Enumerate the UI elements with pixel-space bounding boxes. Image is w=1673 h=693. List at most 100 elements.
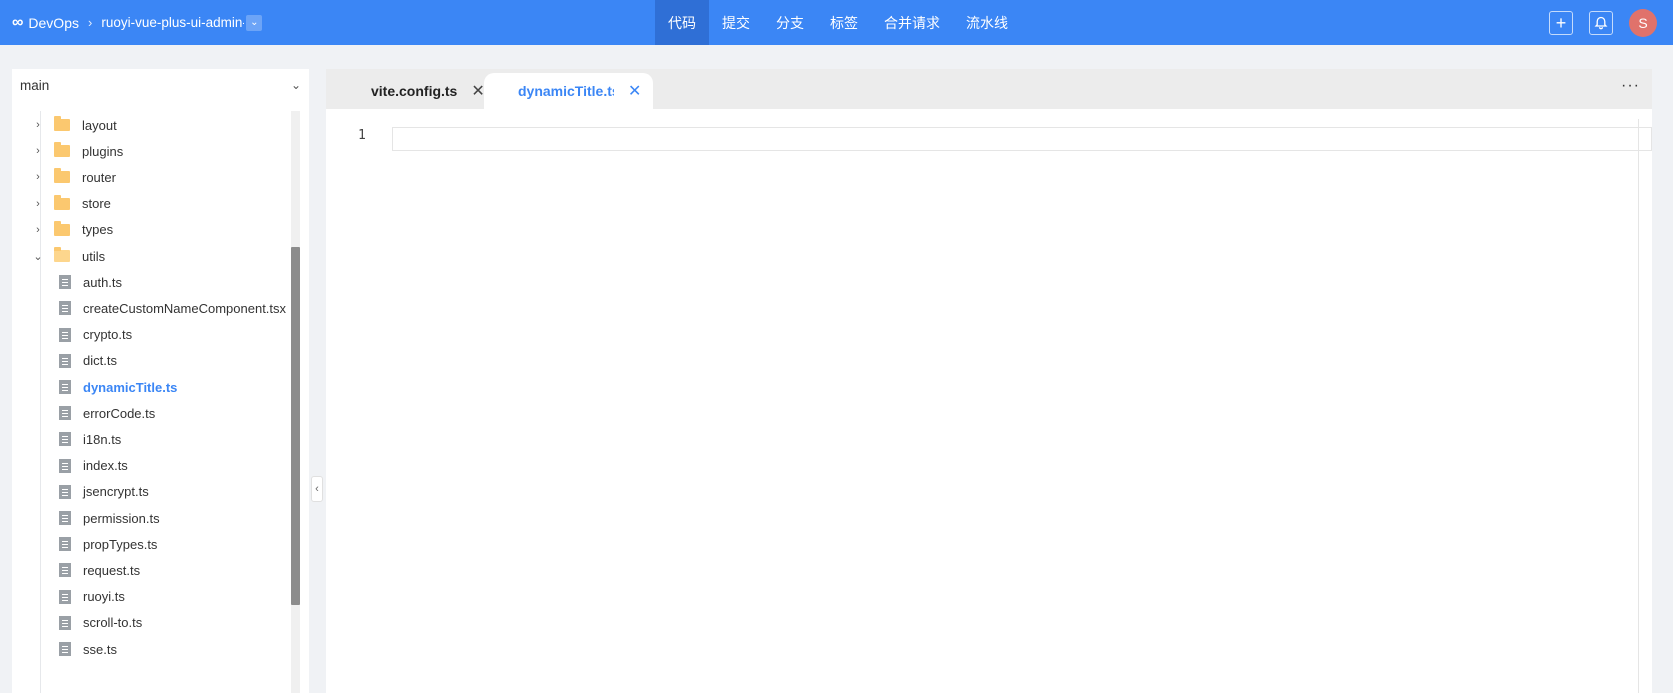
nav-tab-1[interactable]: 提交 [709, 0, 763, 45]
chevron-right-icon[interactable]: › [32, 198, 44, 210]
avatar[interactable]: S [1629, 8, 1657, 37]
tree-file[interactable]: propTypes.ts [59, 530, 157, 558]
file-icon [59, 458, 71, 473]
tree-scrollbar-thumb[interactable] [291, 247, 300, 605]
tree-item-label: utils [82, 248, 106, 264]
editor-tab[interactable]: dynamicTitle.ts ✕ [484, 73, 653, 109]
nav-tab-0[interactable]: 代码 [655, 0, 709, 45]
tree-item-label: router [82, 169, 116, 185]
editor-ruler [1638, 119, 1639, 693]
tree-item-label: auth.ts [83, 274, 123, 290]
tree-file[interactable]: scroll-to.ts [59, 609, 142, 637]
file-icon [59, 642, 71, 656]
file-icon [59, 327, 71, 342]
tree-item-label: request.ts [83, 562, 141, 578]
chevron-down-icon: ⌄ [290, 78, 301, 92]
chevron-right-icon[interactable]: › [32, 119, 44, 131]
tree-folder[interactable]: › layout [32, 111, 117, 139]
editor-panel: ··· vite.config.ts ✕ dynamicTitle.ts ✕ 1 [326, 69, 1652, 693]
folder-icon [54, 142, 70, 158]
collapse-sidebar-button[interactable]: ‹ [311, 476, 323, 502]
tree-folder[interactable]: ⌄ utils [32, 242, 105, 270]
file-icon [59, 275, 71, 290]
brand: ∞ DevOps › ruoyi-vue-plus-ui-admin-vben5… [12, 0, 263, 45]
tree-file[interactable]: i18n.ts [59, 425, 121, 453]
tree-folder[interactable]: › router [32, 163, 116, 191]
tree-folder[interactable]: › types [32, 216, 113, 244]
file-icon [59, 615, 71, 630]
tree-item-label: scroll-to.ts [83, 615, 143, 631]
editor-tab-label: dynamicTitle.ts [518, 83, 614, 99]
main-nav: 代码 提交 分支 标签 合并请求 流水线 [655, 0, 1021, 45]
top-navigation-bar: ∞ DevOps › ruoyi-vue-plus-ui-admin-vben5… [0, 0, 1673, 45]
file-tree: › layout › plugins › router › store › types ⌄ utils… [12, 111, 290, 693]
tree-file[interactable]: createCustomNameComponent.tsx [59, 294, 286, 322]
tree-item-label: plugins [82, 143, 124, 159]
nav-tab-4[interactable]: 合并请求 [871, 0, 953, 45]
tree-item-label: createCustomNameComponent.tsx [83, 300, 287, 316]
tree-item-label: layout [82, 117, 117, 133]
file-icon [59, 484, 71, 499]
editor-tab-label: vite.config.ts [371, 83, 458, 99]
file-icon [59, 511, 71, 525]
folder-icon [54, 220, 70, 236]
chevron-down-icon[interactable]: ⌄ [32, 250, 44, 263]
file-icon [59, 301, 71, 316]
chevron-right-icon: › [87, 15, 93, 30]
chevron-right-icon[interactable]: › [32, 171, 44, 183]
file-icon [59, 380, 71, 394]
file-tree-panel: main ⌄ › layout › plugins › router › store › type… [12, 69, 309, 693]
file-icon [59, 353, 71, 368]
file-icon [59, 432, 71, 447]
add-icon[interactable]: + [1549, 10, 1573, 35]
repo-dropdown-icon[interactable]: ⌄ [246, 14, 263, 31]
tree-item-label: i18n.ts [83, 431, 122, 447]
folder-icon [54, 168, 70, 184]
tree-item-label: index.ts [83, 458, 128, 474]
branch-selector[interactable]: main ⌄ [12, 69, 309, 101]
line-number: 1 [358, 128, 366, 143]
tree-item-label: permission.ts [83, 510, 160, 526]
file-icon [59, 406, 71, 421]
brand-name[interactable]: DevOps [28, 15, 79, 31]
nav-tab-3[interactable]: 标签 [817, 0, 871, 45]
tree-item-label: crypto.ts [83, 327, 133, 343]
tree-file[interactable]: errorCode.ts [59, 399, 155, 427]
branch-name: main [20, 77, 50, 93]
file-icon [59, 589, 71, 604]
bell-icon[interactable] [1589, 10, 1613, 35]
tree-file[interactable]: ruoyi.ts [59, 583, 125, 611]
tree-item-label: errorCode.ts [83, 405, 156, 421]
nav-tab-5[interactable]: 流水线 [953, 0, 1021, 45]
tree-file[interactable]: crypto.ts [59, 321, 132, 349]
tree-file[interactable]: auth.ts [59, 268, 122, 296]
current-line-highlight [392, 127, 1652, 151]
close-icon[interactable]: ✕ [471, 81, 484, 101]
tree-folder[interactable]: › store [32, 190, 111, 218]
folder-icon [54, 194, 70, 210]
close-icon[interactable]: ✕ [628, 81, 641, 101]
file-icon [59, 537, 71, 552]
file-icon [59, 563, 71, 578]
tree-file[interactable]: jsencrypt.ts [59, 478, 149, 506]
top-right-actions: + S [1533, 0, 1657, 45]
more-icon[interactable]: ··· [1621, 77, 1640, 95]
folder-icon [54, 247, 70, 262]
repo-name[interactable]: ruoyi-vue-plus-ui-admin-vben5 [101, 15, 244, 30]
chevron-right-icon[interactable]: › [32, 224, 44, 236]
tree-file[interactable]: permission.ts [59, 504, 160, 532]
nav-tab-2[interactable]: 分支 [763, 0, 817, 45]
tree-item-label: dynamicTitle.ts [83, 379, 178, 395]
tree-file[interactable]: dynamicTitle.ts [59, 373, 177, 401]
tree-file[interactable]: index.ts [59, 452, 128, 480]
tree-item-label: ruoyi.ts [83, 589, 125, 605]
chevron-right-icon[interactable]: › [32, 145, 44, 157]
code-area[interactable]: 1 [326, 109, 1652, 693]
infinity-logo-icon: ∞ [12, 13, 24, 31]
tree-folder[interactable]: › plugins [32, 137, 123, 165]
tree-item-label: sse.ts [83, 641, 117, 657]
tree-file[interactable]: sse.ts [59, 635, 117, 663]
tree-file[interactable]: dict.ts [59, 347, 117, 375]
tree-file[interactable]: request.ts [59, 556, 140, 584]
tree-item-label: dict.ts [83, 353, 117, 369]
